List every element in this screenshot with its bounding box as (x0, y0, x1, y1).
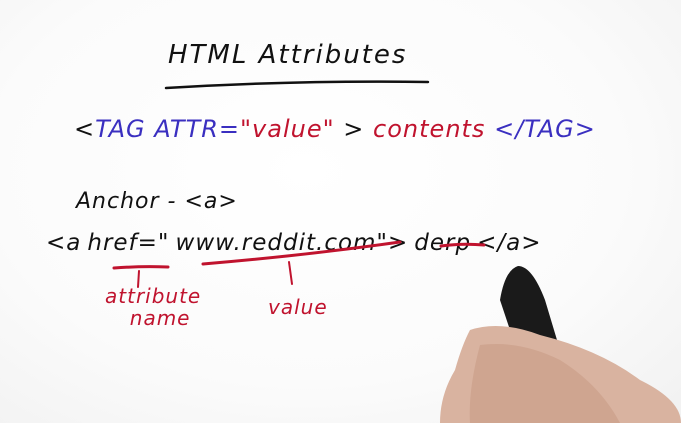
title-underline (164, 80, 430, 90)
url-tick (288, 261, 293, 285)
ink-marks (112, 80, 681, 423)
href-underline (112, 265, 170, 270)
hand-with-marker (440, 266, 681, 423)
url-underline (201, 240, 402, 266)
derp-underline (439, 242, 486, 248)
href-tick (137, 270, 140, 288)
